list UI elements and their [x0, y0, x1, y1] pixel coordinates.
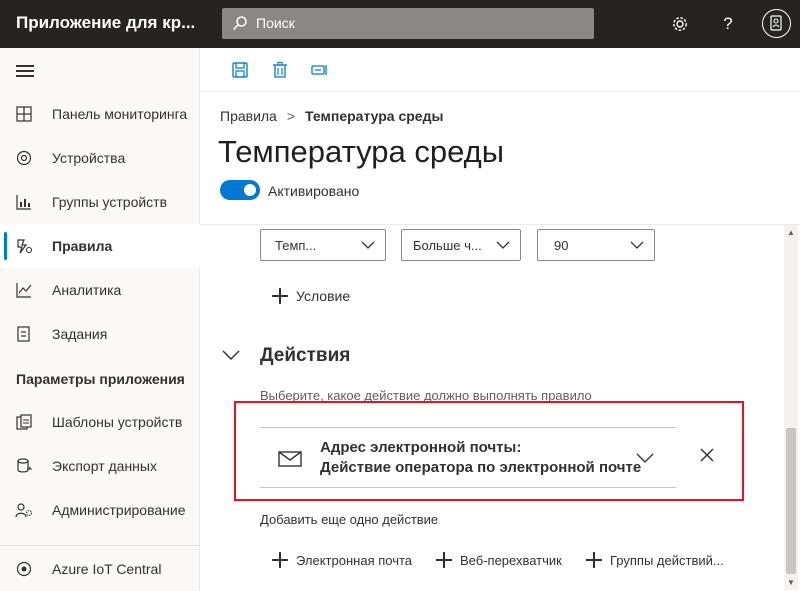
main-content: Правила > Температура среды Температура … [200, 48, 800, 591]
save-icon[interactable] [231, 61, 249, 79]
action-card-subtitle: Действие оператора по электронной почте [320, 459, 642, 476]
plus-icon [586, 552, 602, 568]
scrollbar-thumb[interactable] [786, 428, 796, 574]
page-title: Температура среды [218, 134, 505, 169]
sidebar-item-label: Шаблоны устройств [52, 414, 183, 430]
sidebar-item-device-templates[interactable]: Шаблоны устройств [0, 400, 200, 444]
plus-icon [436, 552, 452, 568]
toggle-label: Активировано [268, 183, 360, 199]
sidebar: Панель мониторинга Устройства Группы уст… [0, 48, 200, 591]
avatar-icon[interactable] [762, 9, 791, 38]
search-icon [232, 16, 247, 31]
devices-icon [16, 150, 32, 166]
operator-dropdown[interactable]: Больше ч... [401, 229, 521, 261]
telemetry-dropdown-value: Темп... [275, 238, 317, 253]
actions-section-title: Действия [260, 345, 351, 366]
value-dropdown[interactable]: 90 [537, 229, 655, 261]
iot-central-icon [16, 561, 32, 577]
top-header: Приложение для кр... Поиск ? [0, 0, 800, 48]
chevron-down-icon [496, 241, 510, 249]
chevron-down-icon [630, 241, 644, 249]
add-webhook-action-button[interactable]: Веб-перехватчик [436, 552, 562, 568]
email-action-card[interactable] [260, 427, 676, 488]
data-export-icon [17, 458, 33, 473]
header-divider [200, 224, 800, 225]
collapse-chevron-icon[interactable] [222, 349, 240, 361]
expand-chevron-icon[interactable] [636, 452, 654, 464]
analytics-icon [16, 283, 32, 298]
add-condition-label: Условие [296, 288, 351, 304]
scroll-up-arrow[interactable]: ▲ [787, 228, 795, 237]
sidebar-item-label: Группы устройств [52, 194, 168, 210]
sidebar-item-dashboard[interactable]: Панель мониторинга [0, 92, 200, 136]
command-toolbar [200, 48, 800, 92]
sidebar-item-administration[interactable]: Администрирование [0, 488, 200, 532]
sidebar-item-devices[interactable]: Устройства [0, 136, 200, 180]
toggle-rule-icon[interactable] [311, 61, 329, 79]
breadcrumb-separator: > [286, 108, 296, 124]
delete-icon[interactable] [271, 61, 289, 79]
scroll-down-arrow[interactable]: ▼ [787, 578, 795, 587]
jobs-icon [17, 326, 30, 342]
sidebar-item-label: Azure IoT Central [52, 561, 162, 577]
breadcrumb-current: Температура среды [305, 108, 444, 124]
device-templates-icon [16, 414, 32, 430]
action-card-title: Адрес электронной почты: [320, 439, 522, 456]
sidebar-item-device-groups[interactable]: Группы устройств [0, 180, 200, 224]
gear-icon[interactable] [668, 12, 692, 36]
sidebar-item-azure-iot-central[interactable]: Azure IoT Central [0, 547, 200, 591]
plus-icon [272, 288, 288, 304]
sidebar-item-jobs[interactable]: Задания [0, 312, 200, 356]
chevron-down-icon [361, 241, 375, 249]
administration-icon [15, 503, 33, 518]
breadcrumb: Правила > Температура среды [220, 108, 443, 124]
app-title[interactable]: Приложение для кр... [16, 13, 200, 33]
close-icon[interactable] [700, 448, 714, 462]
operator-dropdown-value: Больше ч... [413, 238, 482, 253]
sidebar-item-label: Администрирование [52, 502, 186, 518]
sidebar-item-label: Панель мониторинга [52, 106, 188, 122]
sidebar-item-label: Экспорт данных [52, 458, 157, 474]
search-placeholder: Поиск [256, 15, 295, 31]
value-dropdown-value: 90 [554, 238, 569, 253]
actions-help-text: Выберите, какое действие должно выполнят… [260, 388, 592, 402]
sidebar-item-label: Правила [52, 238, 113, 254]
add-condition-button[interactable]: Условие [272, 288, 350, 304]
sidebar-item-label: Задания [52, 326, 108, 342]
sidebar-divider [0, 545, 200, 546]
mail-icon [278, 451, 302, 467]
add-action-group-label: Группы действий... [610, 552, 724, 568]
rules-icon [17, 239, 33, 254]
add-email-label: Электронная почта [296, 552, 413, 568]
telemetry-dropdown[interactable]: Темп... [260, 229, 386, 261]
add-action-group-button[interactable]: Группы действий... [586, 552, 724, 568]
search-box[interactable]: Поиск [222, 8, 594, 39]
add-webhook-label: Веб-перехватчик [460, 552, 562, 568]
plus-icon [272, 552, 288, 568]
hamburger-menu-icon[interactable] [16, 65, 34, 79]
app-settings-section-label: Параметры приложения [16, 371, 185, 387]
device-groups-icon [16, 195, 31, 210]
sidebar-item-rules[interactable]: Правила [0, 224, 200, 268]
add-email-action-button[interactable]: Электронная почта [272, 552, 412, 568]
sidebar-item-data-export[interactable]: Экспорт данных [0, 444, 200, 488]
sidebar-item-label: Аналитика [52, 282, 122, 298]
add-another-action-label: Добавить еще одно действие [260, 512, 439, 527]
breadcrumb-parent-link[interactable]: Правила [220, 108, 277, 124]
dashboard-icon [16, 106, 32, 122]
enabled-toggle[interactable] [220, 180, 260, 200]
sidebar-item-analytics[interactable]: Аналитика [0, 268, 200, 312]
sidebar-item-label: Устройства [52, 150, 126, 166]
help-icon[interactable]: ? [716, 12, 740, 36]
